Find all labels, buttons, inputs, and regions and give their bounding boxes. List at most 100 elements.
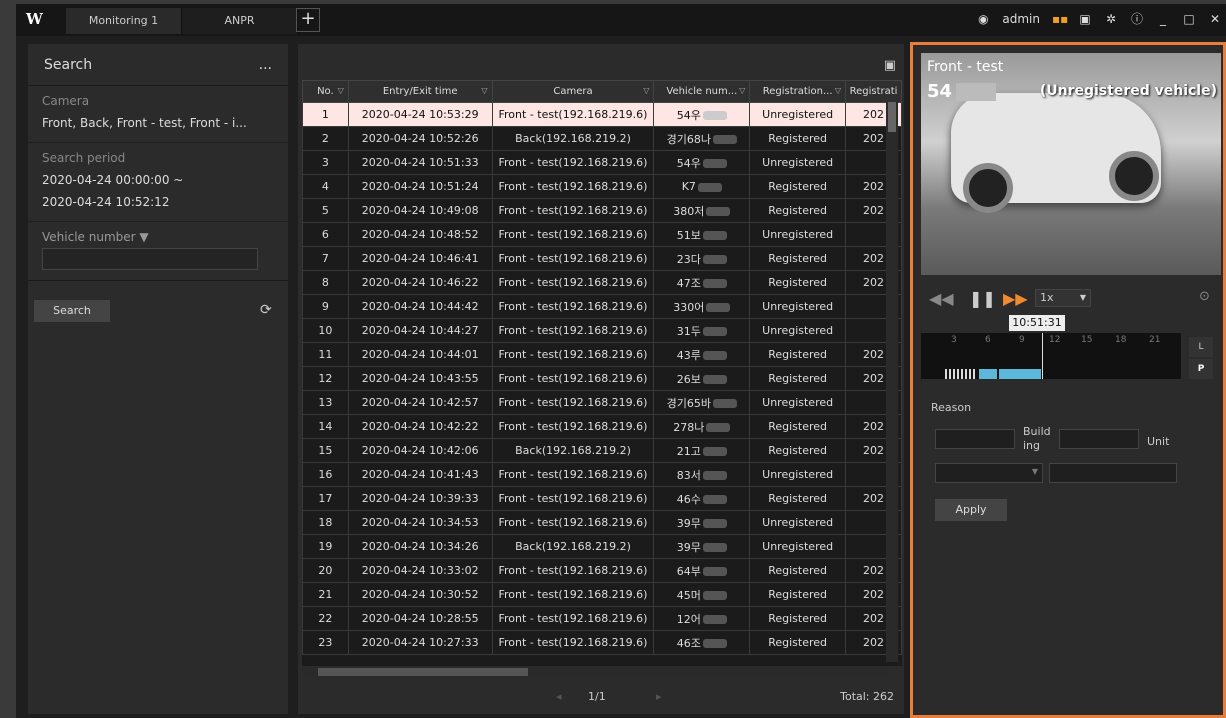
note-input[interactable] bbox=[1049, 463, 1177, 483]
close-icon[interactable]: ✕ bbox=[1208, 12, 1222, 26]
mode-p-button[interactable]: P bbox=[1189, 359, 1213, 379]
table-row[interactable]: 16 2020-04-24 10:41:43 Front - test(192.16… bbox=[302, 462, 902, 487]
mode-l-button[interactable]: L bbox=[1189, 337, 1213, 357]
fast-forward-icon[interactable]: ▶▶ bbox=[1003, 289, 1028, 308]
filter-icon[interactable]: ▽ bbox=[481, 86, 487, 95]
table-row[interactable]: 10 2020-04-24 10:44:27 Front - test(192.16… bbox=[302, 318, 902, 343]
table-cell: 2020-04-24 10:42:06 bbox=[347, 438, 493, 463]
cell-text: 202 bbox=[863, 444, 885, 457]
search-button[interactable]: Search bbox=[34, 300, 110, 322]
cell-text: Front - test(192.168.219.6) bbox=[498, 492, 648, 505]
col-registration-2[interactable]: Registrati bbox=[845, 80, 902, 103]
table-row[interactable]: 14 2020-04-24 10:42:22 Front - test(192.16… bbox=[302, 414, 902, 439]
alarm-icon[interactable]: ▪▪ bbox=[1052, 12, 1068, 26]
table-row[interactable]: 18 2020-04-24 10:34:53 Front - test(192.16… bbox=[302, 510, 902, 535]
rewind-icon[interactable]: ◀◀ bbox=[929, 289, 954, 308]
table-cell: Registered bbox=[749, 270, 847, 295]
col-no[interactable]: No. ▽ bbox=[302, 80, 349, 103]
table-row[interactable]: 1 2020-04-24 10:53:29 Front - test(192.168… bbox=[302, 102, 902, 127]
table-row[interactable]: 8 2020-04-24 10:46:22 Front - test(192.168… bbox=[302, 270, 902, 295]
apply-button[interactable]: Apply bbox=[935, 499, 1007, 521]
table-row[interactable]: 20 2020-04-24 10:33:02 Front - test(192.16… bbox=[302, 558, 902, 583]
table-row[interactable]: 12 2020-04-24 10:43:55 Front - test(192.16… bbox=[302, 366, 902, 391]
cell-text: 3 bbox=[321, 156, 329, 169]
period-to[interactable]: 2020-04-24 10:52:12 bbox=[42, 191, 274, 213]
table-row[interactable]: 23 2020-04-24 10:27:33 Front - test(192.16… bbox=[302, 630, 902, 655]
pause-icon[interactable]: ❚❚ bbox=[969, 289, 996, 308]
vehicle-label-row[interactable]: Vehicle number ▼ bbox=[42, 230, 274, 244]
col-camera[interactable]: Camera ▽ bbox=[491, 80, 655, 103]
cell-text: 17 bbox=[318, 492, 333, 505]
filter-icon[interactable]: ▽ bbox=[739, 86, 745, 95]
table-row[interactable]: 21 2020-04-24 10:30:52 Front - test(192.16… bbox=[302, 582, 902, 607]
building-input[interactable] bbox=[1059, 429, 1139, 449]
table-row[interactable]: 6 2020-04-24 10:48:52 Front - test(192.168… bbox=[302, 222, 902, 247]
vehicle-number-input[interactable] bbox=[42, 248, 258, 270]
add-tab-button[interactable]: + bbox=[296, 8, 320, 32]
plate-blur bbox=[702, 543, 727, 552]
table-row[interactable]: 7 2020-04-24 10:46:41 Front - test(192.168… bbox=[302, 246, 902, 271]
cell-text: Unregistered bbox=[762, 516, 834, 529]
filter-icon[interactable]: ▽ bbox=[835, 86, 841, 95]
more-options-button[interactable]: ... bbox=[259, 57, 272, 73]
period-from[interactable]: 2020-04-24 00:00:00 ~ bbox=[42, 169, 274, 191]
username[interactable]: admin bbox=[1002, 12, 1040, 26]
table-row[interactable]: 2 2020-04-24 10:52:26 Back(192.168.219.2) 경… bbox=[302, 126, 902, 151]
minimize-icon[interactable]: _ bbox=[1156, 12, 1170, 26]
filter-icon[interactable]: ▽ bbox=[643, 86, 649, 95]
speed-select[interactable]: 1x ▼ bbox=[1035, 289, 1091, 307]
type-select[interactable]: ▼ bbox=[935, 463, 1043, 483]
cell-text: 2020-04-24 10:43:55 bbox=[361, 372, 479, 385]
table-row[interactable]: 5 2020-04-24 10:49:08 Front - test(192.168… bbox=[302, 198, 902, 223]
gear-icon[interactable]: ✲ bbox=[1104, 12, 1118, 26]
table-row[interactable]: 4 2020-04-24 10:51:24 Front - test(192.168… bbox=[302, 174, 902, 199]
cell-text: Front - test(192.168.219.6) bbox=[498, 276, 648, 289]
refresh-icon[interactable]: ⟳ bbox=[260, 302, 272, 318]
table-cell: 2020-04-24 10:48:52 bbox=[347, 222, 493, 247]
timeline[interactable]: 3 6 9 12 15 18 21 bbox=[921, 333, 1181, 379]
chevron-down-icon[interactable]: ▼ bbox=[139, 230, 148, 244]
filter-icon[interactable]: ▽ bbox=[338, 86, 344, 95]
scroll-thumb[interactable] bbox=[888, 102, 896, 132]
maximize-icon[interactable]: □ bbox=[1182, 12, 1196, 26]
next-page-icon[interactable]: ▸ bbox=[656, 690, 662, 703]
table-row[interactable]: 3 2020-04-24 10:51:33 Front - test(192.168… bbox=[302, 150, 902, 175]
scroll-thumb[interactable] bbox=[318, 668, 528, 676]
reason-input[interactable] bbox=[935, 429, 1015, 449]
info-icon[interactable]: ⓘ bbox=[1130, 12, 1144, 26]
table-row[interactable]: 11 2020-04-24 10:44:01 Front - test(192.16… bbox=[302, 342, 902, 367]
period-field[interactable]: Search period 2020-04-24 00:00:00 ~ 2020… bbox=[28, 143, 288, 222]
col-registration[interactable]: Registration... ▽ bbox=[749, 80, 847, 103]
table-cell: 2020-04-24 10:53:29 bbox=[347, 102, 493, 127]
table-row[interactable]: 19 2020-04-24 10:34:26 Back(192.168.219.2)… bbox=[302, 534, 902, 559]
tab-anpr[interactable]: ANPR bbox=[182, 8, 298, 34]
plate-blur bbox=[702, 471, 727, 480]
table-row[interactable]: 17 2020-04-24 10:39:33 Front - test(192.16… bbox=[302, 486, 902, 511]
timeline-bar bbox=[921, 369, 1181, 379]
period-label: Search period bbox=[42, 151, 126, 165]
timeline-cursor[interactable] bbox=[1042, 333, 1043, 379]
user-icon[interactable]: ◉ bbox=[976, 12, 990, 26]
cell-text: Front - test(192.168.219.6) bbox=[498, 372, 648, 385]
camera-field[interactable]: Camera Front, Back, Front - test, Front … bbox=[28, 86, 288, 143]
table-cell: Front - test(192.168.219.6) bbox=[491, 222, 655, 247]
export-icon[interactable]: ▣ bbox=[884, 58, 896, 73]
table-cell: 2020-04-24 10:52:26 bbox=[347, 126, 493, 151]
horizontal-scrollbar[interactable] bbox=[302, 666, 888, 678]
table-row[interactable]: 15 2020-04-24 10:42:06 Back(192.168.219.2)… bbox=[302, 438, 902, 463]
table-row[interactable]: 22 2020-04-24 10:28:55 Front - test(192.16… bbox=[302, 606, 902, 631]
col-vehicle[interactable]: Vehicle num... ▽ bbox=[653, 80, 751, 103]
tab-monitoring[interactable]: Monitoring 1 bbox=[66, 8, 182, 34]
video-view[interactable]: Front - test 54 (Unregistered vehicle) bbox=[921, 53, 1221, 275]
cell-text: Back(192.168.219.2) bbox=[515, 132, 631, 145]
lock-icon[interactable]: ▣ bbox=[1078, 12, 1092, 26]
table-row[interactable]: 9 2020-04-24 10:44:42 Front - test(192.168… bbox=[302, 294, 902, 319]
camera-value[interactable]: Front, Back, Front - test, Front - i... bbox=[42, 112, 274, 134]
prev-page-icon[interactable]: ◂ bbox=[556, 690, 562, 703]
snapshot-icon[interactable]: ⊙ bbox=[1199, 289, 1210, 304]
col-time[interactable]: Entry/Exit time ▽ bbox=[347, 80, 493, 103]
table-row[interactable]: 13 2020-04-24 10:42:57 Front - test(192.16… bbox=[302, 390, 902, 415]
cell-text: 202 bbox=[863, 492, 885, 505]
table-cell: Back(192.168.219.2) bbox=[491, 534, 655, 559]
vertical-scrollbar[interactable] bbox=[886, 102, 898, 662]
